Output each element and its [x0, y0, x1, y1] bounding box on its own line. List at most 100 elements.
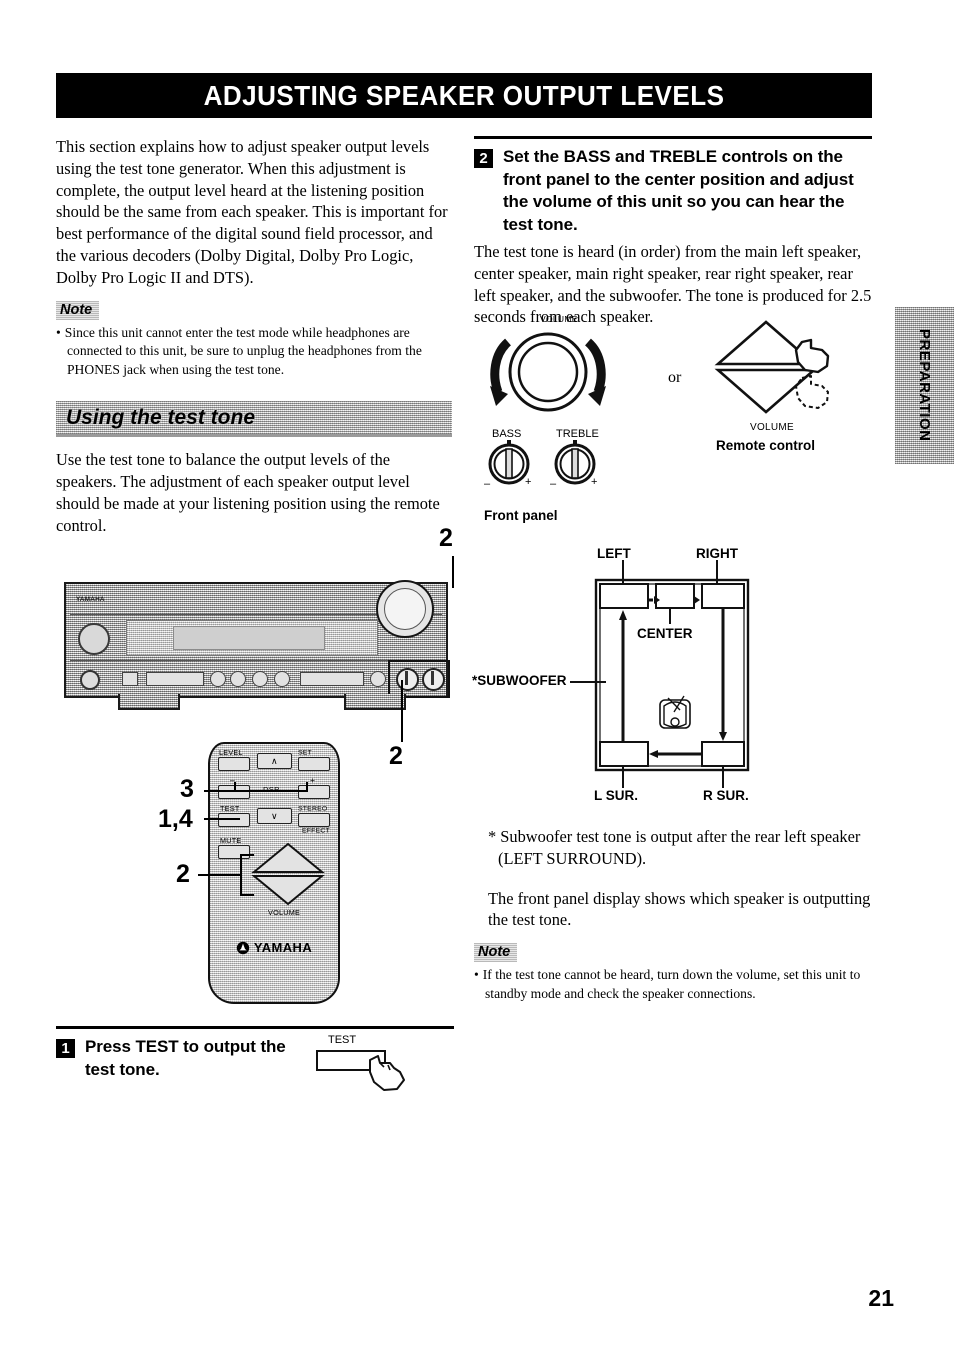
receiver-callout-tone-leader: [401, 680, 403, 742]
receiver-bass-knob: [396, 668, 419, 691]
pointing-hand-ghost-icon: [795, 375, 829, 409]
remote-mute-button[interactable]: [218, 845, 250, 859]
step-2-rule: [474, 136, 872, 139]
bass-minus: –: [484, 478, 491, 490]
subwoofer-footnote: * Subwoofer test tone is output after th…: [488, 827, 861, 868]
remote-stereo-effect-button[interactable]: [298, 813, 330, 827]
remote-callout-test-leader: [204, 818, 240, 820]
note-item: • If the test tone cannot be heard, turn …: [474, 966, 872, 1003]
speaker-box-r-sur: [701, 741, 745, 767]
treble-label: TREBLE: [556, 428, 599, 440]
section-heading-band: Using the test tone: [56, 401, 452, 438]
volume-knob-diagram: [490, 332, 606, 412]
speaker-box-left: [599, 583, 649, 609]
side-tab-label: PREPARATION: [916, 329, 933, 442]
step-2-heading: Set the BASS and TREBLE controls on the …: [503, 147, 854, 234]
chevron-up-icon: ∧: [271, 755, 278, 766]
remote-callout-volume-bracket-top: [240, 854, 254, 856]
step-1-rule: [56, 1026, 454, 1029]
receiver-treble-knob-pointer: [431, 671, 434, 685]
volume-up-triangle-icon[interactable]: [251, 842, 325, 873]
speaker-layout-diagram: [570, 560, 750, 788]
note-item-text: If the test tone cannot be heard, turn d…: [482, 967, 861, 1001]
receiver-figure: 2 YAMAHA 2: [56, 524, 456, 770]
receiver-display-screen: [173, 626, 325, 650]
remote-effect-label: EFFECT: [302, 826, 330, 834]
remote-level-label: LEVEL: [219, 748, 243, 757]
step-2-number: 2: [474, 149, 493, 168]
remote-test-label: TEST: [220, 804, 240, 813]
step-1-row: 1 Press TEST to output the test tone. TE…: [56, 1034, 454, 1096]
receiver-input-selector: [146, 672, 204, 686]
receiver-foot-left: [118, 694, 180, 710]
receiver-callout-volume: 2: [439, 524, 453, 552]
treble-plus: +: [591, 476, 598, 488]
remote-volume-down-triangle-icon: [714, 368, 818, 414]
remote-callout-volume-bracket: [240, 854, 242, 896]
receiver-callout-tone: 2: [389, 742, 403, 770]
section-heading-label: Using the test tone: [66, 405, 256, 429]
remote-volume-diagram: [714, 320, 830, 414]
remote-volume-rocker[interactable]: [250, 840, 326, 908]
remote-down-button[interactable]: ∨: [257, 808, 292, 824]
receiver-program-selector: [300, 672, 364, 686]
right-column-footnotes: * Subwoofer test tone is output after th…: [474, 826, 872, 1004]
receiver-volume-knob: [376, 580, 434, 638]
remote-volume-caption-label: VOLUME: [750, 422, 795, 433]
note-list-left: • Since this unit cannot enter the test m…: [56, 324, 454, 380]
remote-level-button[interactable]: [218, 757, 250, 771]
remote-test-button[interactable]: [218, 813, 250, 827]
receiver-volume-knob-inner: [384, 588, 426, 630]
chevron-down-icon: ∨: [271, 810, 278, 821]
step-1-block: 1 Press TEST to output the test tone. TE…: [56, 1026, 454, 1096]
pointing-hand-icon: [794, 338, 830, 374]
receiver-round-button-1: [210, 671, 226, 687]
receiver-round-button-3: [252, 671, 268, 687]
receiver-power-button: [78, 623, 110, 655]
page-number: 21: [868, 1285, 894, 1311]
remote-stereo-label: STEREO: [298, 804, 328, 812]
page-title-banner: ADJUSTING SPEAKER OUTPUT LEVELS: [56, 73, 872, 118]
remote-callout-volume-leader: [198, 874, 242, 876]
receiver-brand: YAMAHA: [76, 595, 105, 603]
receiver-body: YAMAHA: [64, 580, 450, 698]
remote-up-button[interactable]: ∧: [257, 753, 292, 769]
remote-body: LEVEL ∧ SET MENU – DSP + TEST ∨ STEREO E…: [208, 742, 340, 1004]
receiver-small-button-1: [122, 672, 138, 686]
treble-minus: –: [550, 478, 557, 490]
receiver-treble-knob: [422, 668, 445, 691]
remote-callout-dsp-tick-right: [306, 782, 308, 792]
bullet-glyph: •: [474, 967, 479, 983]
remote-callout-dsp-tick-left: [234, 782, 236, 792]
receiver-display-panel: [126, 620, 378, 656]
right-column: 2 Set the BASS and TREBLE controls on th…: [474, 136, 872, 334]
section-paragraph: Use the test tone to balance the output …: [56, 450, 440, 535]
remote-volume-label: VOLUME: [268, 908, 301, 917]
remote-set-menu-button[interactable]: [298, 757, 330, 771]
remote-callout-volume: 2: [176, 860, 190, 888]
receiver-tone-controls-group: [388, 660, 450, 698]
receiver-round-button-2: [230, 671, 246, 687]
section-side-tab: PREPARATION: [895, 307, 954, 464]
display-paragraph: The front panel display shows which spea…: [488, 888, 871, 930]
step-2-block: 2 Set the BASS and TREBLE controls on th…: [474, 136, 872, 236]
remote-brand: YAMAHA: [253, 940, 313, 955]
receiver-bass-knob-pointer: [405, 671, 408, 685]
speaker-label-l-sur: L SUR.: [594, 788, 639, 803]
receiver-control-row: [70, 660, 450, 698]
remote-dsp-plus-button[interactable]: [298, 785, 330, 799]
intro-paragraph: This section explains how to adjust spea…: [56, 137, 448, 287]
test-button-label: TEST: [328, 1034, 357, 1046]
bass-label: BASS: [492, 428, 522, 440]
remote-figure: LEVEL ∧ SET MENU – DSP + TEST ∨ STEREO E…: [158, 742, 346, 1010]
bullet-glyph: •: [56, 324, 61, 340]
speaker-layout-figure: LEFT RIGHT CENTER *SUBWOOFER L SUR. R SU…: [470, 540, 880, 810]
note-item: • Since this unit cannot enter the test m…: [56, 324, 454, 380]
front-panel-caption: Front panel: [484, 508, 558, 523]
volume-knob-label: VOLUME: [540, 314, 578, 324]
yamaha-logo-icon: [236, 941, 250, 954]
note-list-right: • If the test tone cannot be heard, turn …: [474, 966, 872, 1003]
volume-down-triangle-icon[interactable]: [251, 875, 325, 906]
left-column: This section explains how to adjust spea…: [56, 136, 454, 543]
step-1-heading: Press TEST to output the test tone.: [85, 1037, 286, 1079]
